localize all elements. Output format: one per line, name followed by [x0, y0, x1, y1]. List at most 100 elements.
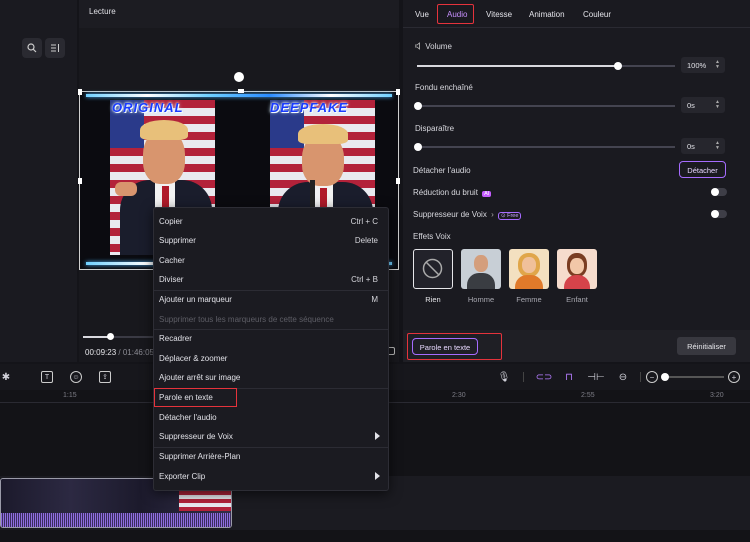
player-header: Lecture — [79, 0, 399, 28]
voice-effect-woman[interactable] — [509, 249, 549, 289]
menu-item-label: Exporter Clip — [159, 472, 206, 481]
resize-handle-right[interactable] — [396, 178, 400, 184]
playback-progress-fill — [83, 336, 110, 338]
menu-item-voice-remover[interactable]: Suppresseur de Voix — [154, 427, 388, 446]
fade-in-value-field[interactable]: 0s ▲ ▼ — [681, 97, 725, 113]
fade-out-value-field[interactable]: 0s ▲ ▼ — [681, 138, 725, 154]
toggle-knob — [711, 210, 719, 218]
snowflake-icon[interactable]: ✱ — [0, 371, 12, 383]
lightning-border-top — [86, 94, 392, 97]
search-button[interactable] — [22, 38, 42, 58]
menu-item-add-marker[interactable]: Ajouter un marqueur M — [154, 290, 388, 309]
volume-slider[interactable] — [417, 62, 675, 70]
noise-reduction-toggle[interactable] — [711, 188, 727, 196]
toggle-knob — [711, 188, 719, 196]
menu-item-label: Diviser — [159, 275, 184, 284]
upload-icon[interactable]: ⇪ — [99, 371, 111, 383]
noise-reduction-label: Réduction du bruit — [413, 188, 478, 197]
detach-button[interactable]: Détacher — [679, 161, 726, 178]
menu-item-freeze-frame[interactable]: Ajouter arrêt sur image — [154, 368, 388, 387]
none-icon — [422, 258, 443, 279]
search-icon — [27, 43, 37, 53]
ruler-label: 2:55 — [581, 392, 595, 399]
menu-item-highlight — [154, 388, 237, 407]
tab-vue[interactable]: Vue — [415, 10, 429, 19]
zoom-out-icon[interactable]: − — [646, 371, 658, 383]
resize-handle-tr[interactable] — [396, 89, 400, 95]
voice-effect-none-label: Rien — [425, 295, 441, 304]
free-badge: ⊙ Free — [497, 212, 522, 220]
divider — [640, 372, 641, 382]
time-current: 00:09:23 — [85, 348, 117, 357]
menu-item-label: Supprimer — [159, 236, 196, 245]
zoom-in-icon[interactable]: + — [728, 371, 740, 383]
menu-item-export-clip[interactable]: Exporter Clip — [154, 467, 388, 486]
fade-in-label: Fondu enchaîné — [415, 83, 473, 92]
person-icon[interactable]: ☺ — [70, 371, 82, 383]
fade-out-slider-knob[interactable] — [414, 143, 422, 151]
tab-vitesse[interactable]: Vitesse — [486, 10, 512, 19]
volume-slider-fill — [417, 65, 619, 67]
hair — [298, 124, 348, 144]
resize-handle-left[interactable] — [78, 178, 82, 184]
menu-item-detach-audio[interactable]: Détacher l'audio — [154, 408, 388, 427]
menu-item-label: Copier — [159, 217, 183, 226]
voice-remover-label: Suppresseur de Voix — [413, 210, 487, 219]
audio-waveform — [1, 513, 231, 527]
link-icon[interactable]: ⊂⊃ — [536, 371, 553, 383]
menu-item-move-zoom[interactable]: Déplacer & zoomer — [154, 349, 388, 368]
playback-scrubber[interactable] — [106, 333, 114, 340]
reset-button[interactable]: Réinitialiser — [677, 337, 736, 355]
volume-value-field[interactable]: 100% ▲ ▼ — [681, 57, 725, 73]
stepper-icon[interactable]: ▲ ▼ — [715, 141, 720, 151]
fit-icon[interactable]: ⊖ — [617, 371, 629, 383]
voice-effect-child[interactable] — [557, 249, 597, 289]
menu-item-copier[interactable]: Copier Ctrl + C — [154, 212, 388, 231]
menu-item-label: Ajouter arrêt sur image — [159, 373, 241, 382]
resize-handle-top[interactable] — [238, 89, 244, 93]
menu-item-remove-background[interactable]: Supprimer Arrière-Plan — [154, 447, 388, 466]
detach-audio-label: Détacher l'audio — [413, 166, 471, 175]
context-menu: Copier Ctrl + C Supprimer Delete Cacher Di… — [153, 207, 389, 491]
menu-item-recadrer[interactable]: Recadrer — [154, 329, 388, 348]
divider — [523, 372, 524, 382]
man-avatar — [461, 249, 501, 289]
deepfake-label: DEEPFAKE — [270, 100, 349, 115]
tab-animation[interactable]: Animation — [529, 10, 565, 19]
stepper-icon[interactable]: ▲ ▼ — [715, 100, 720, 110]
speech-to-text-button[interactable]: Parole en texte — [412, 338, 478, 355]
menu-item-label: Supprimer tous les marqueurs de cette sé… — [159, 315, 334, 324]
split-icon[interactable]: ⊣⊢ — [587, 371, 604, 383]
left-panel — [0, 0, 77, 362]
tab-audio[interactable]: Audio — [447, 10, 467, 19]
fade-in-slider[interactable] — [414, 102, 675, 110]
rotate-handle[interactable] — [234, 72, 244, 82]
volume-value: 100% — [687, 61, 707, 70]
microphone-icon[interactable]: 🎙︎ — [498, 371, 511, 383]
free-badge-label: Free — [507, 213, 519, 219]
sort-button[interactable] — [45, 38, 65, 58]
stepper-icon[interactable]: ▲ ▼ — [715, 60, 720, 70]
text-icon[interactable]: T — [41, 371, 53, 383]
ruler-label: 3:20 — [710, 392, 724, 399]
menu-item-shortcut: Ctrl + C — [350, 217, 378, 226]
fade-out-slider[interactable] — [414, 143, 675, 151]
zoom-slider[interactable] — [661, 373, 724, 381]
hair — [140, 120, 188, 140]
menu-item-cacher[interactable]: Cacher — [154, 251, 388, 270]
volume-row: Volume — [414, 42, 452, 51]
volume-slider-knob[interactable] — [614, 62, 623, 70]
voice-remover-toggle[interactable] — [711, 210, 727, 218]
tab-couleur[interactable]: Couleur — [583, 10, 611, 19]
resize-handle-tl[interactable] — [78, 89, 82, 95]
voice-effect-man[interactable] — [461, 249, 501, 289]
menu-item-label: Déplacer & zoomer — [159, 354, 228, 363]
fade-in-slider-knob[interactable] — [414, 102, 422, 110]
ruler-label: 2:30 — [452, 392, 466, 399]
menu-item-label: Supprimer Arrière-Plan — [159, 452, 241, 461]
menu-item-supprimer[interactable]: Supprimer Delete — [154, 231, 388, 250]
zoom-slider-knob[interactable] — [661, 373, 669, 381]
voice-effect-none[interactable] — [413, 249, 453, 289]
magnet-icon[interactable]: ⊓ — [563, 371, 575, 383]
menu-item-diviser[interactable]: Diviser Ctrl + B — [154, 270, 388, 289]
